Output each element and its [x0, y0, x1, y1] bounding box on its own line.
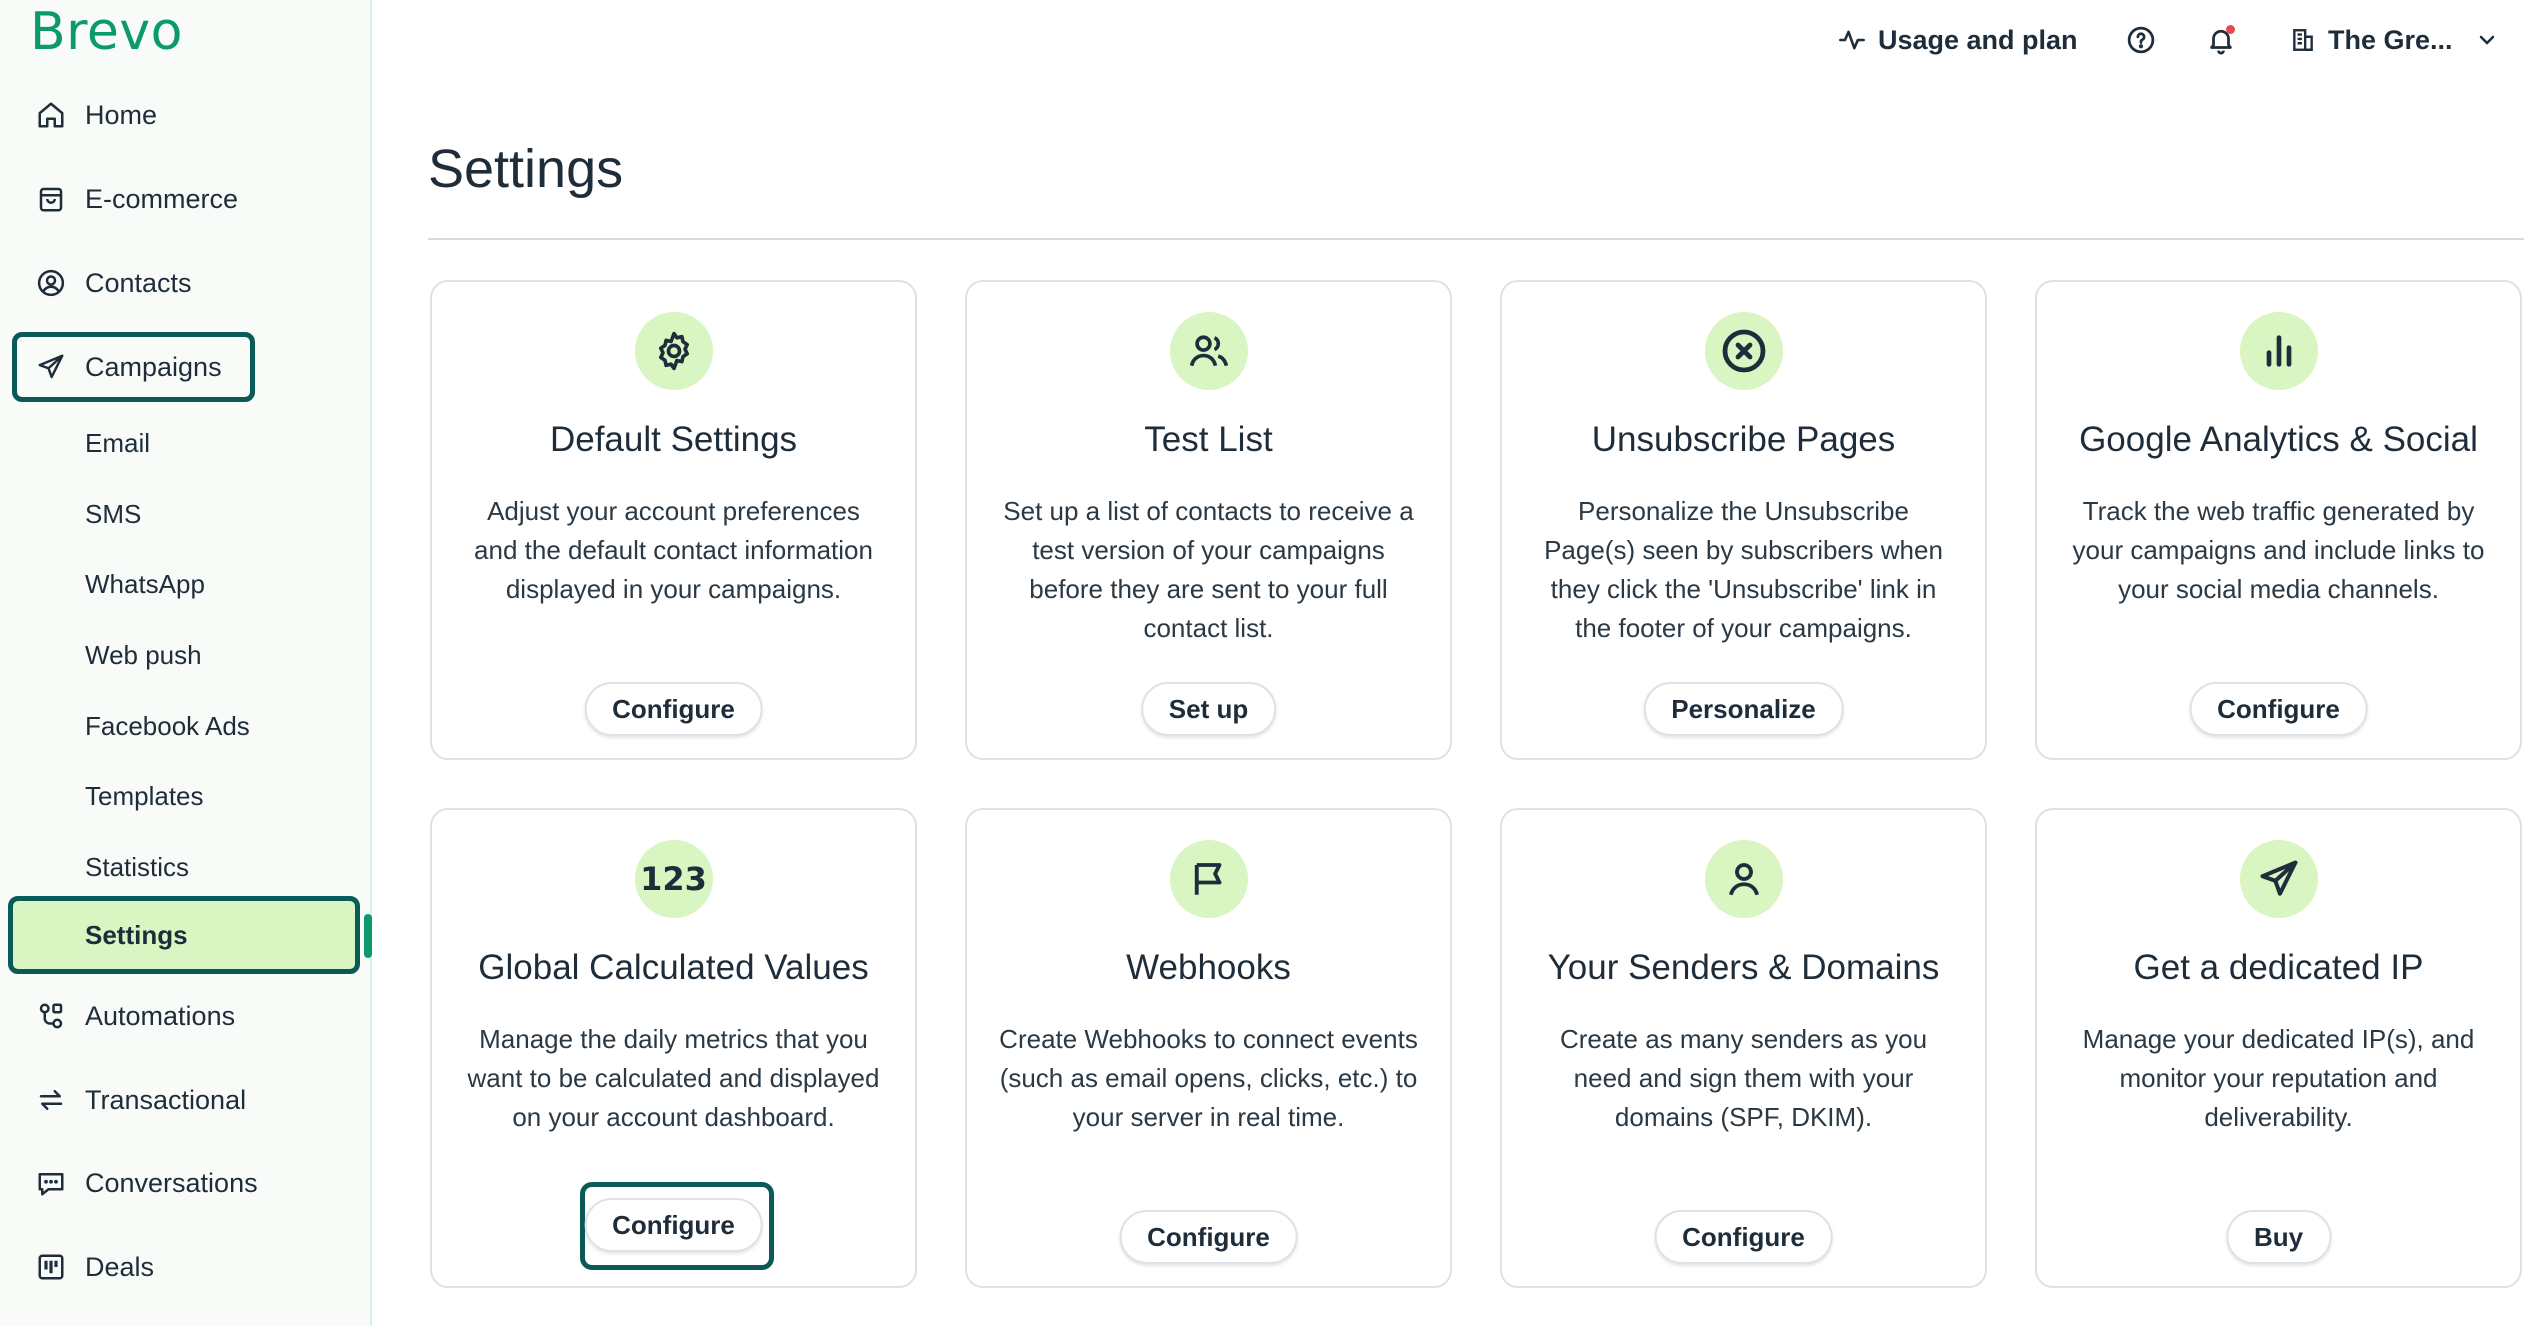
sidebar-subitem-whatsapp[interactable]: WhatsApp [0, 549, 372, 619]
sidebar-subitem-web-push[interactable]: Web push [0, 620, 372, 690]
sidebar-item-automations[interactable]: Automations [0, 981, 372, 1051]
users-icon [1170, 312, 1248, 390]
card-test-list: Test List Set up a list of contacts to r… [965, 280, 1452, 760]
sidebar-item-contacts[interactable]: Contacts [0, 248, 372, 318]
user-icon [1705, 840, 1783, 918]
transfer-icon [34, 1083, 68, 1117]
sidebar-item-label: E-commerce [85, 184, 238, 215]
notification-dot [2226, 25, 2235, 34]
card-description: Manage your dedicated IP(s), and monitor… [2069, 1020, 2488, 1137]
usage-and-plan-link[interactable]: Usage and plan [1838, 18, 2078, 62]
automation-icon [34, 999, 68, 1033]
page-title: Settings [428, 138, 623, 200]
sidebar-item-label: Transactional [85, 1085, 246, 1116]
sidebar-subitem-label: Settings [85, 920, 188, 951]
help-button[interactable] [2126, 18, 2156, 62]
building-icon [2290, 27, 2316, 53]
gear-icon [635, 312, 713, 390]
send-icon [34, 350, 68, 384]
card-title: Unsubscribe Pages [1502, 420, 1985, 460]
numbers-glyph: 123 [640, 860, 707, 898]
flag-icon [1170, 840, 1248, 918]
sidebar-item-label: Deals [85, 1252, 154, 1283]
card-title: Default Settings [432, 420, 915, 460]
card-unsubscribe-pages: Unsubscribe Pages Personalize the Unsubs… [1500, 280, 1987, 760]
help-icon [2126, 25, 2156, 55]
sidebar-subitem-label: Email [85, 428, 150, 459]
sidebar-item-label: Contacts [85, 268, 192, 299]
buy-button[interactable]: Buy [2226, 1210, 2331, 1264]
card-senders-domains: Your Senders & Domains Create as many se… [1500, 808, 1987, 1288]
chevron-down-icon [2475, 28, 2499, 52]
set-up-button[interactable]: Set up [1141, 682, 1276, 736]
sidebar-subitem-label: Templates [85, 781, 204, 812]
card-default-settings: Default Settings Adjust your account pre… [430, 280, 917, 760]
sidebar-item-conversations[interactable]: Conversations [0, 1148, 372, 1218]
send-icon [2240, 840, 2318, 918]
contact-icon [34, 266, 68, 300]
configure-button[interactable]: Configure [584, 1198, 763, 1252]
sidebar: Brevo Home E-commerce Contacts Campaigns… [0, 0, 372, 1326]
card-title: Your Senders & Domains [1502, 948, 1985, 988]
sidebar-item-transactional[interactable]: Transactional [0, 1065, 372, 1135]
personalize-button[interactable]: Personalize [1643, 682, 1844, 736]
card-description: Set up a list of contacts to receive a t… [999, 492, 1418, 648]
card-description: Create as many senders as you need and s… [1534, 1020, 1953, 1137]
card-description: Manage the daily metrics that you want t… [464, 1020, 883, 1137]
shopping-bag-icon [34, 182, 68, 216]
card-description: Personalize the Unsubscribe Page(s) seen… [1534, 492, 1953, 648]
sidebar-subitem-settings[interactable]: Settings [0, 900, 372, 970]
sidebar-subitem-label: SMS [85, 499, 141, 530]
usage-label: Usage and plan [1878, 25, 2078, 56]
home-icon [34, 98, 68, 132]
card-title: Get a dedicated IP [2037, 948, 2520, 988]
sidebar-item-deals[interactable]: Deals [0, 1232, 372, 1302]
sidebar-item-campaigns[interactable]: Campaigns [0, 332, 372, 402]
deals-icon [34, 1250, 68, 1284]
notifications-button[interactable] [2206, 18, 2236, 62]
card-description: Create Webhooks to connect events (such … [999, 1020, 1418, 1137]
chat-icon [34, 1166, 68, 1200]
sidebar-subitem-statistics[interactable]: Statistics [0, 832, 372, 902]
sidebar-subitem-label: Facebook Ads [85, 711, 250, 742]
sidebar-item-label: Automations [85, 1001, 235, 1032]
card-global-calculated-values: 123 Global Calculated Values Manage the … [430, 808, 917, 1288]
card-webhooks: Webhooks Create Webhooks to connect even… [965, 808, 1452, 1288]
sidebar-subitem-label: Web push [85, 640, 202, 671]
sidebar-item-home[interactable]: Home [0, 80, 372, 150]
account-menu[interactable]: The Gre... [2290, 18, 2499, 62]
card-google-analytics-social: Google Analytics & Social Track the web … [2035, 280, 2522, 760]
brevo-logo[interactable]: Brevo [30, 2, 183, 62]
activity-icon [1838, 26, 1866, 54]
sidebar-subitem-label: WhatsApp [85, 569, 205, 600]
sidebar-subitem-templates[interactable]: Templates [0, 761, 372, 831]
card-description: Track the web traffic generated by your … [2069, 492, 2488, 609]
x-circle-icon [1705, 312, 1783, 390]
sidebar-subitem-sms[interactable]: SMS [0, 479, 372, 549]
card-dedicated-ip: Get a dedicated IP Manage your dedicated… [2035, 808, 2522, 1288]
configure-button[interactable]: Configure [1119, 1210, 1298, 1264]
numbers-icon: 123 [635, 840, 713, 918]
sidebar-subitem-label: Statistics [85, 852, 189, 883]
configure-button[interactable]: Configure [584, 682, 763, 736]
configure-button[interactable]: Configure [1654, 1210, 1833, 1264]
sidebar-item-ecommerce[interactable]: E-commerce [0, 164, 372, 234]
card-description: Adjust your account preferences and the … [464, 492, 883, 609]
sidebar-item-label: Conversations [85, 1168, 258, 1199]
card-title: Test List [967, 420, 1450, 460]
divider [428, 238, 2524, 240]
sidebar-subitem-facebook-ads[interactable]: Facebook Ads [0, 691, 372, 761]
sidebar-item-label: Home [85, 100, 157, 131]
bar-chart-icon [2240, 312, 2318, 390]
bell-icon [2206, 25, 2236, 55]
configure-button[interactable]: Configure [2189, 682, 2368, 736]
sidebar-subitem-email[interactable]: Email [0, 408, 372, 478]
account-label: The Gre... [2328, 25, 2453, 56]
card-title: Global Calculated Values [432, 948, 915, 988]
card-title: Webhooks [967, 948, 1450, 988]
sidebar-item-label: Campaigns [85, 352, 222, 383]
card-title: Google Analytics & Social [2037, 420, 2520, 460]
